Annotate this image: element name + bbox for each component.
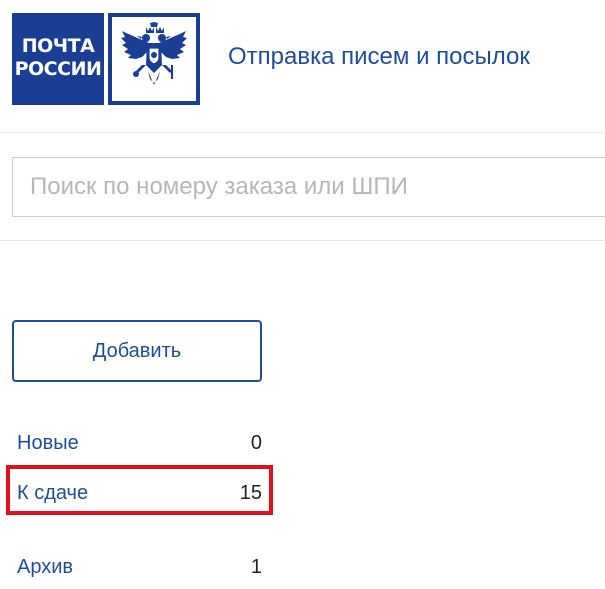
status-label: Новые [17, 432, 79, 454]
russian-post-logo[interactable]: ПОЧТА РОССИИ [12, 13, 104, 105]
logo-line-1: ПОЧТА [21, 35, 95, 57]
orders-panel [0, 241, 605, 589]
status-item-to-submit[interactable]: К сдаче 15 [17, 482, 263, 512]
status-item-archive[interactable]: Архив 1 [17, 556, 263, 586]
status-count: 1 [250, 556, 262, 578]
status-count: 0 [250, 432, 262, 454]
app-title: Отправка писем и посылок [228, 43, 530, 70]
status-label: К сдаче [17, 482, 89, 504]
logo-line-2: РОССИИ [14, 58, 102, 80]
add-button[interactable]: Добавить [12, 320, 262, 382]
status-count: 15 [239, 482, 262, 504]
status-item-new[interactable]: Новые 0 [17, 432, 263, 462]
header-divider [0, 132, 605, 133]
header: ПОЧТА РОССИИ Отправка писем и посылок [0, 0, 605, 132]
double-headed-eagle-icon [108, 13, 200, 105]
status-label: Архив [17, 556, 74, 578]
search-input[interactable] [12, 157, 605, 217]
